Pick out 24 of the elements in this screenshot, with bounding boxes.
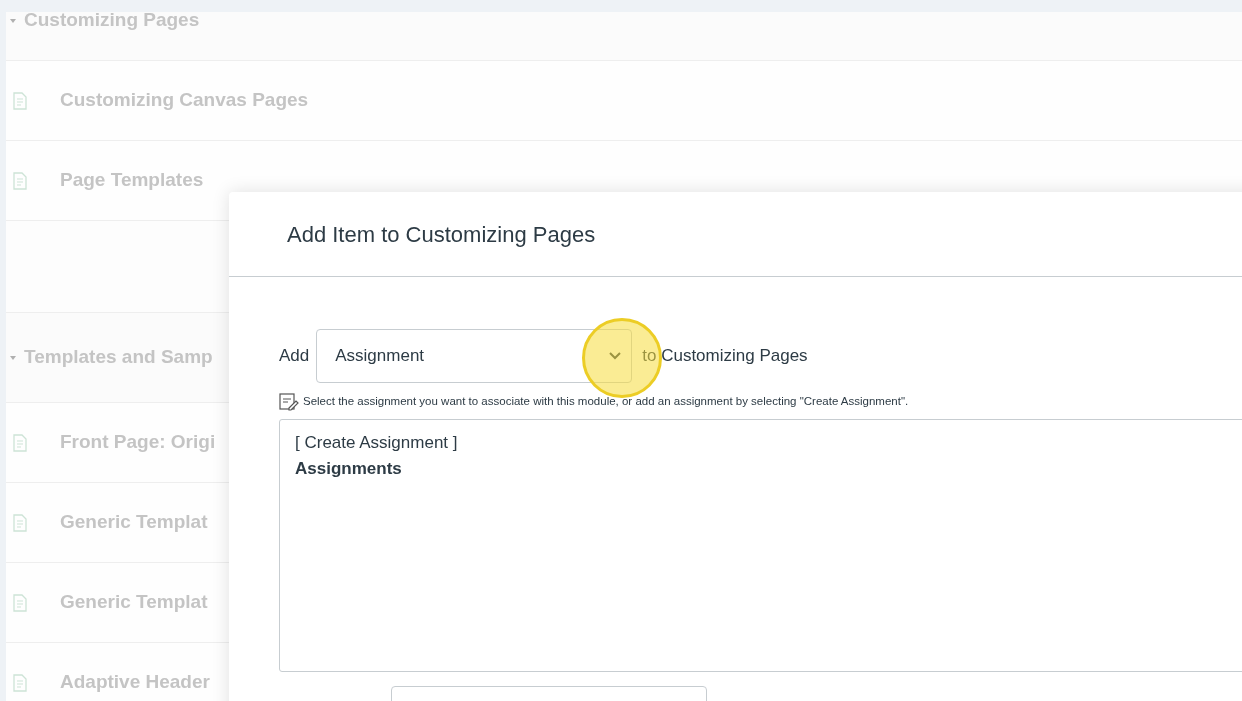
chevron-down-icon [609, 352, 622, 360]
dialog-title: Add Item to Customizing Pages [287, 220, 596, 249]
document-icon [13, 673, 27, 692]
edit-note-icon [279, 393, 299, 411]
assignment-list[interactable]: [ Create Assignment ] Assignments [279, 419, 1242, 672]
list-option[interactable]: [ Create Assignment ] [295, 430, 1242, 456]
document-icon [13, 433, 27, 452]
document-icon [13, 513, 27, 532]
module-item-link[interactable]: Customizing Canvas Pages [60, 86, 309, 115]
module-item-link[interactable]: Page Templates [60, 166, 204, 195]
caret-icon[interactable] [10, 354, 16, 361]
module-item-link[interactable]: Generic Templat [60, 588, 208, 617]
document-icon [13, 593, 27, 612]
option-group-label: Assignments [295, 458, 403, 480]
module-target-label: to Customizing Pages [642, 345, 808, 368]
module-item-link[interactable]: Front Page: Origi [60, 428, 216, 457]
add-label: Add [279, 345, 310, 368]
module-item-link[interactable]: Adaptive Header [60, 668, 210, 697]
document-icon [13, 91, 27, 110]
module-item-link[interactable]: Generic Templat [60, 508, 208, 537]
caret-icon[interactable] [10, 18, 16, 24]
document-icon [13, 171, 27, 190]
help-text: Select the assignment you want to associate with this module, or add an assignment by selecting "Create Assignment". [303, 394, 909, 410]
item-type-select[interactable]: Assignment [316, 329, 633, 383]
